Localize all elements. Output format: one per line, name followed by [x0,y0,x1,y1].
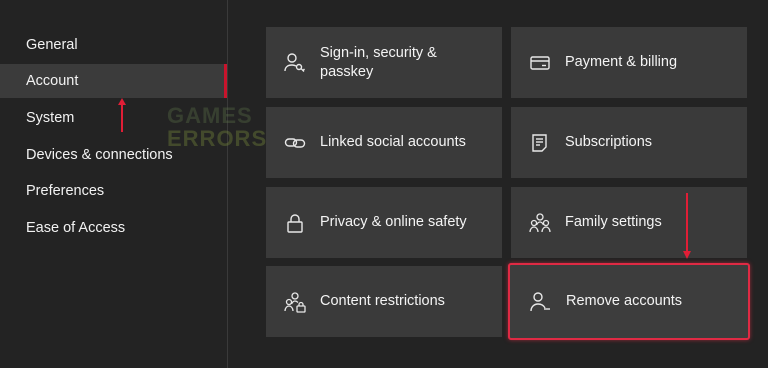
tile-label: Content restrictions [320,293,445,309]
document-list-icon [532,133,547,152]
sidebar-item-label: Preferences [26,183,105,199]
sidebar-item-account[interactable]: Account [0,64,227,98]
watermark-logo: GAMES ERRORS [167,104,267,152]
tile-signin-security[interactable]: Sign-in, security & passkey [266,27,502,98]
tile-label: Linked social accounts [320,134,466,150]
tile-payment-billing[interactable]: Payment & billing [511,27,747,98]
user-remove-icon [530,291,550,311]
sidebar-item-label: Account [26,73,79,89]
lock-icon [287,213,303,233]
tile-label: Remove accounts [566,293,683,309]
credit-card-icon [530,55,550,70]
family-icon [529,212,551,232]
arrow-down-annotation-icon [683,193,691,259]
sidebar-item-general[interactable]: General [0,28,227,62]
sidebar-item-preferences[interactable]: Preferences [0,174,227,208]
tile-label: Privacy & online safety [320,214,467,230]
tile-label: Payment & billing [565,54,678,70]
sidebar-item-label: General [26,37,78,53]
watermark-line2: ERRORS [167,126,268,151]
tile-label: Subscriptions [565,134,653,150]
link-icon [284,137,306,148]
tile-family-settings[interactable]: Family settings [511,187,747,258]
tile-label: Sign-in, security & passkey [320,44,437,80]
people-lock-icon [284,291,306,313]
tile-remove-accounts[interactable]: Remove accounts [508,263,750,340]
sidebar-item-label: Devices & connections [26,147,173,163]
tile-content-restrictions[interactable]: Content restrictions [266,266,502,337]
watermark-line1: GAMES [167,103,253,128]
user-key-icon [284,52,305,72]
sidebar-item-label: Ease of Access [26,220,126,236]
sidebar-item-label: System [26,110,75,126]
arrow-up-annotation-icon [118,98,126,132]
settings-sidebar: General Account System Devices & connect… [0,0,228,368]
sidebar-item-ease-of-access[interactable]: Ease of Access [0,211,227,245]
tile-privacy-online-safety[interactable]: Privacy & online safety [266,187,502,258]
selection-indicator [224,64,227,98]
tile-label: Family settings [565,214,662,230]
tile-linked-social-accounts[interactable]: Linked social accounts [266,107,502,178]
tile-subscriptions[interactable]: Subscriptions [511,107,747,178]
